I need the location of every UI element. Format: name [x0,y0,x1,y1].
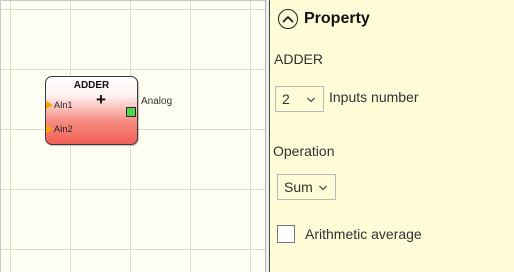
selected-block-name: ADDER [274,51,324,67]
inputs-number-label: Inputs number [329,89,419,105]
input-pin-2-arrow-icon[interactable] [46,125,53,133]
inputs-number-value: 2 [282,91,290,107]
adder-block[interactable]: ADDER + AIn1 AIn2 [45,76,138,145]
chevron-down-icon [319,185,327,191]
input-pin-2-label: AIn2 [54,124,73,134]
collapse-button[interactable] [278,9,298,29]
output-pin-label: Analog [141,96,173,107]
property-panel-title: Property [304,10,370,27]
operation-value: Sum [284,179,313,195]
adder-block-title: ADDER [73,80,110,91]
operation-label: Operation [273,143,335,159]
property-panel-header: Property [278,8,370,30]
property-panel: Property ADDER 2 Inputs number Operation… [270,0,514,272]
input-pin-1-label: AIn1 [54,100,73,110]
input-pin-1-arrow-icon[interactable] [46,101,53,109]
chevron-down-icon [307,97,315,103]
arithmetic-average-label: Arithmetic average [305,226,422,242]
operation-select[interactable]: Sum [277,174,336,200]
arithmetic-average-checkbox[interactable] [277,225,295,243]
adder-operator-symbol: + [96,90,106,109]
inputs-number-select[interactable]: 2 [275,86,324,112]
chevron-up-icon [282,16,294,23]
output-pin-icon[interactable] [126,107,136,117]
